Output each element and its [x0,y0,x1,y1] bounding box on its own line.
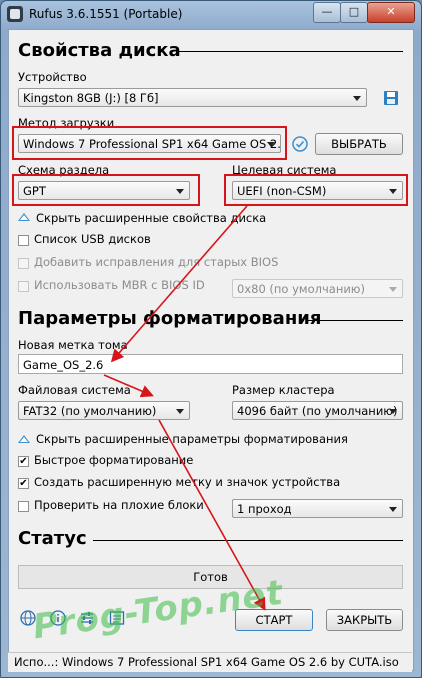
maximize-button[interactable]: □ [340,2,368,23]
arrow-target-to-label [110,205,248,363]
app-icon [7,6,23,22]
status-bar: Испо...: Windows 7 Professional SP1 x64 … [8,652,412,672]
main-panel: Свойства диска Устройство Kingston 8GB (… [8,29,414,671]
minimize-button[interactable]: — [313,2,341,23]
window-title: Rufus 3.6.1551 (Portable) [29,7,183,21]
title-bar: Rufus 3.6.1551 (Portable) — □ ✕ [1,1,421,29]
close-window-button[interactable]: ✕ [367,2,415,23]
arrow-to-filesystem [103,374,154,398]
annotation-arrows [103,205,266,611]
arrow-to-start [158,419,266,611]
